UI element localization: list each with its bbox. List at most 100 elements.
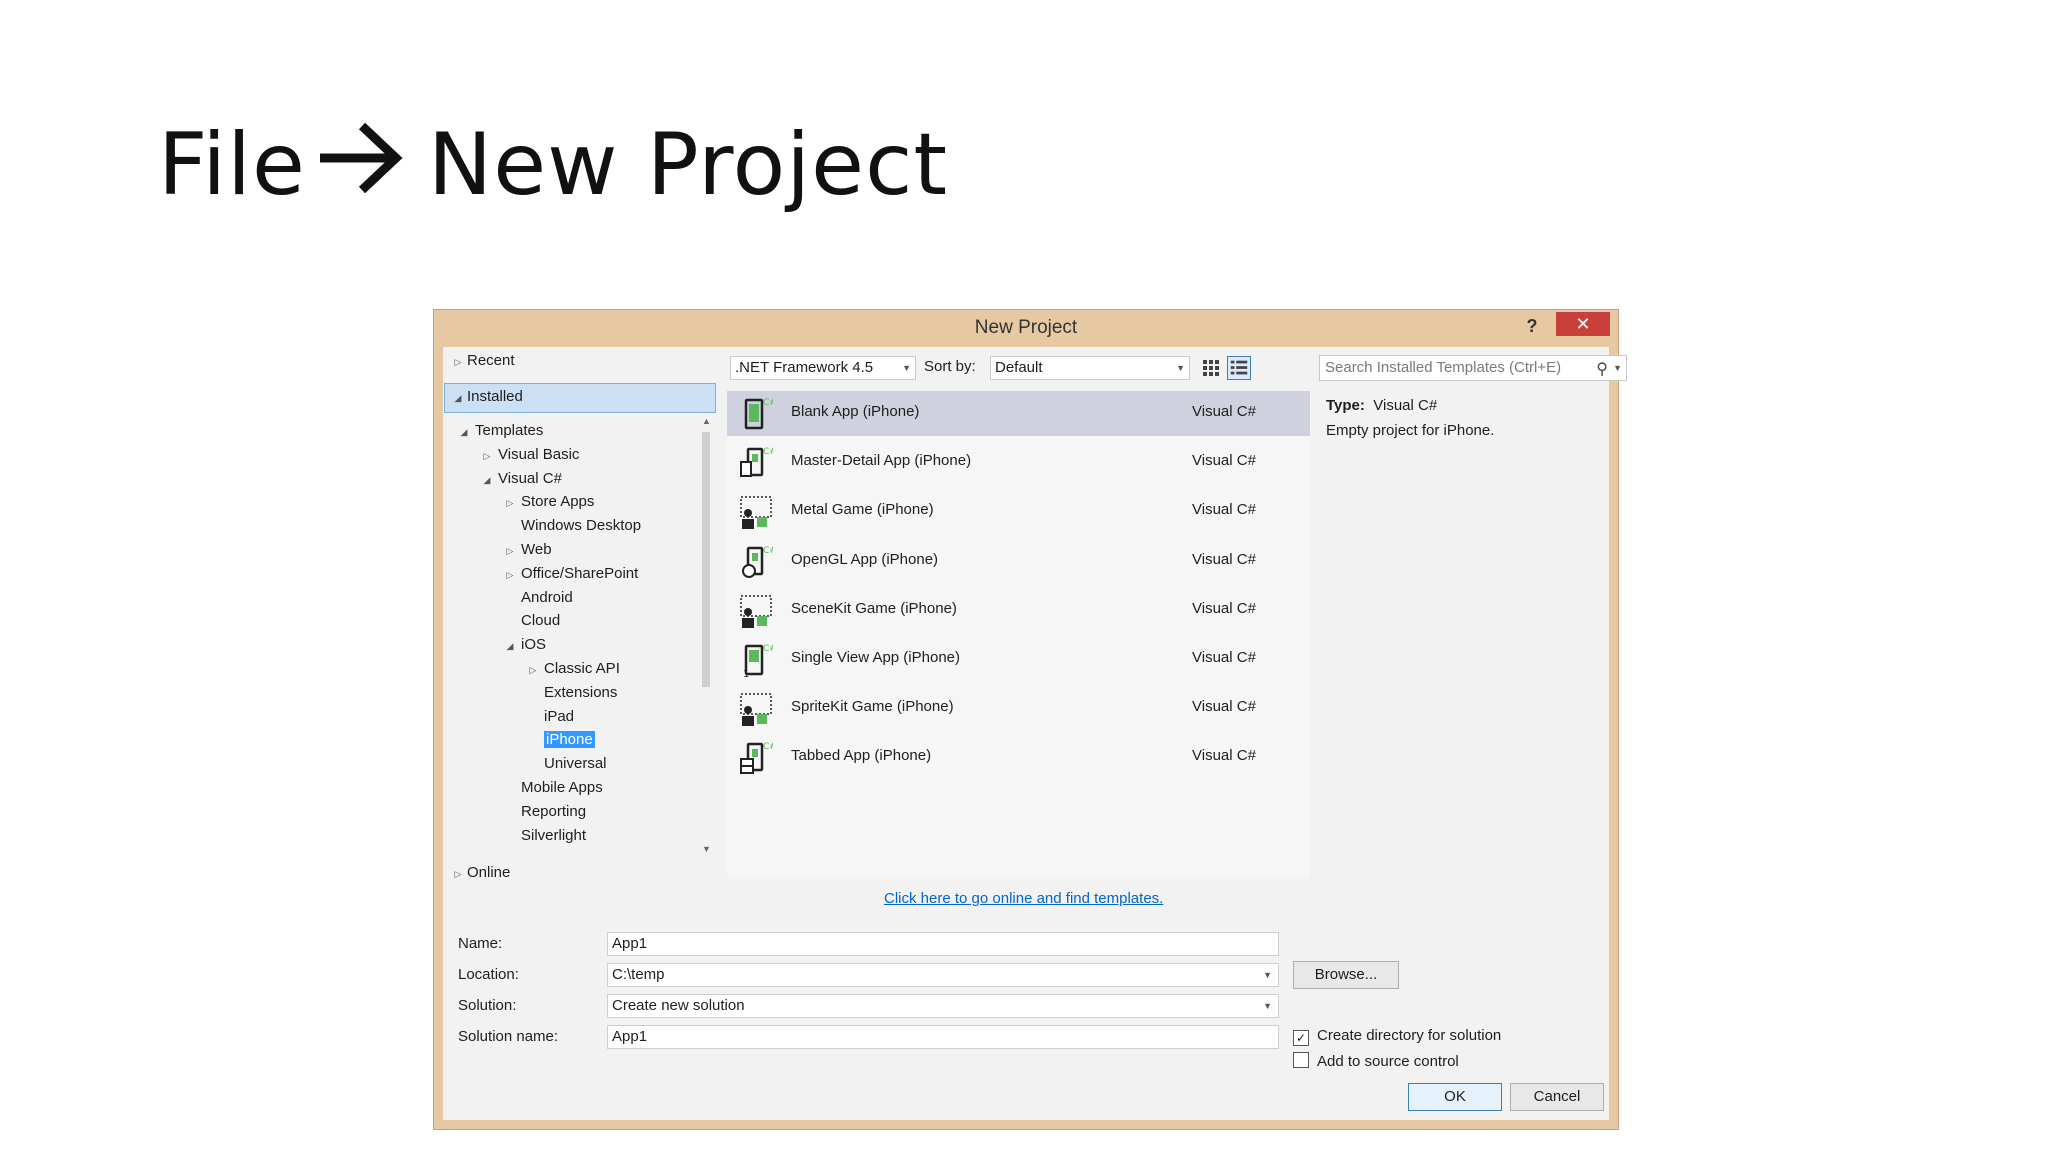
browse-button[interactable]: Browse...	[1293, 961, 1399, 989]
scenekit-game-icon	[740, 595, 772, 628]
tree-item-templates[interactable]: ◢ Templates	[457, 419, 544, 444]
help-button[interactable]: ?	[1520, 314, 1544, 338]
framework-select[interactable]: .NET Framework 4.5 ▼	[730, 356, 916, 380]
close-button[interactable]: ✕	[1556, 312, 1610, 336]
template-row[interactable]: C# OpenGL App (iPhone) Visual C#	[727, 539, 1310, 584]
name-input[interactable]: App1	[607, 932, 1279, 956]
tree-item-recent[interactable]: ▷ Recent	[451, 349, 515, 372]
template-row[interactable]: C# Master-Detail App (iPhone) Visual C#	[727, 440, 1310, 485]
tree-item-label: Classic API	[544, 660, 620, 677]
solution-select[interactable]: Create new solution ▼	[607, 994, 1279, 1018]
tree-item-office-sharepoint[interactable]: ▷ Office/SharePoint	[503, 562, 639, 587]
tree-item-label: Store Apps	[521, 493, 595, 510]
source-control-checkbox[interactable]: Add to source control	[1293, 1052, 1459, 1070]
dropdown-arrow-icon[interactable]: ▼	[1613, 356, 1622, 380]
template-row[interactable]: SpriteKit Game (iPhone) Visual C#	[727, 686, 1310, 731]
solution-label: Solution:	[458, 997, 517, 1014]
tree-item-silverlight[interactable]: Silverlight	[503, 824, 586, 847]
template-language: Visual C#	[1192, 649, 1256, 666]
checkbox-checked-icon[interactable]: ✓	[1293, 1030, 1309, 1046]
dropdown-arrow-icon[interactable]: ▼	[1263, 964, 1272, 986]
search-templates-input[interactable]: Search Installed Templates (Ctrl+E) ⚲ ▼	[1319, 355, 1627, 381]
tree-item-mobile-apps[interactable]: Mobile Apps	[503, 776, 603, 799]
create-directory-checkbox[interactable]: ✓ Create directory for solution	[1293, 1027, 1501, 1046]
tree-item-label: iPhone	[544, 731, 595, 748]
ok-button[interactable]: OK	[1408, 1083, 1502, 1111]
tree-item-label: Web	[521, 541, 552, 558]
tree-item-label: Windows Desktop	[521, 517, 642, 534]
svg-text:C#: C#	[763, 742, 773, 752]
tree-item-label: Silverlight	[521, 827, 587, 844]
tree-item-web[interactable]: ▷ Web	[503, 538, 552, 561]
template-name: SceneKit Game (iPhone)	[791, 600, 957, 617]
grid-view-icon[interactable]	[1199, 356, 1223, 380]
category-tree: ▷ Recent ◢ Installed ◢ Templates ▷ Visual Bas…	[443, 347, 718, 900]
location-input[interactable]: C:\temp ▼	[607, 963, 1279, 987]
find-templates-online-link[interactable]: Click here to go online and find templat…	[884, 890, 1163, 907]
tree-item-cloud[interactable]: Cloud	[503, 609, 560, 632]
dialog-title: New Project	[974, 317, 1078, 338]
slide-title-left: File	[158, 115, 306, 215]
tree-item-visual-basic[interactable]: ▷ Visual Basic	[480, 443, 580, 468]
dropdown-arrow-icon[interactable]: ▼	[1263, 995, 1272, 1017]
dialog-titlebar[interactable]: New Project ? ✕	[434, 310, 1618, 344]
tree-item-online[interactable]: ▷ Online	[451, 861, 511, 886]
dropdown-arrow-icon: ▼	[902, 363, 911, 373]
template-row[interactable]: 1 C# Single View App (iPhone) Visual C#	[727, 637, 1310, 682]
tree-item-classic-api[interactable]: ▷ Classic API	[526, 657, 620, 680]
template-language: Visual C#	[1192, 501, 1256, 518]
tree-item-label: iPad	[544, 708, 575, 725]
svg-text:1: 1	[743, 669, 749, 679]
svg-text:C#: C#	[763, 447, 773, 457]
tree-item-ipad[interactable]: iPad	[526, 705, 574, 728]
template-details: Type: Visual C# Empty project for iPhone…	[1326, 395, 1626, 439]
tree-item-ios[interactable]: ◢ iOS	[503, 633, 546, 656]
scroll-down-arrow-icon[interactable]: ▼	[700, 844, 713, 854]
expand-arrow-icon[interactable]: ▷	[503, 564, 517, 587]
tree-item-label: Extensions	[544, 684, 618, 701]
new-project-dialog: New Project ? ✕ ▷ Recent ◢ Installed ◢ Temp…	[433, 309, 1627, 1130]
template-row[interactable]: SceneKit Game (iPhone) Visual C#	[727, 588, 1310, 633]
type-value: Visual C#	[1373, 397, 1438, 414]
tree-item-label: Visual Basic	[498, 446, 580, 463]
template-row[interactable]: Metal Game (iPhone) Visual C#	[727, 489, 1310, 534]
expand-arrow-icon[interactable]: ▷	[503, 492, 517, 515]
cancel-button[interactable]: Cancel	[1510, 1083, 1604, 1111]
expand-arrow-icon[interactable]: ▷	[451, 351, 465, 374]
tree-item-store-apps[interactable]: ▷ Store Apps	[503, 490, 595, 515]
template-row[interactable]: C# Tabbed App (iPhone) Visual C#	[727, 735, 1310, 780]
right-arrow-icon	[319, 122, 403, 194]
tree-item-reporting[interactable]: Reporting	[503, 800, 586, 823]
list-view-icon[interactable]	[1227, 356, 1251, 380]
sort-select[interactable]: Default ▼	[990, 356, 1190, 380]
tree-item-universal[interactable]: Universal	[526, 752, 607, 775]
expand-arrow-icon[interactable]: ▷	[451, 863, 465, 886]
checkbox-unchecked-icon[interactable]	[1293, 1052, 1309, 1068]
collapse-arrow-icon[interactable]: ◢	[451, 387, 465, 410]
sort-label: Sort by:	[924, 358, 976, 375]
template-row[interactable]: C# Blank App (iPhone) Visual C#	[727, 391, 1310, 436]
template-language: Visual C#	[1192, 698, 1256, 715]
expand-arrow-icon[interactable]: ▷	[503, 540, 517, 563]
search-icon[interactable]: ⚲	[1596, 358, 1608, 382]
template-name: Master-Detail App (iPhone)	[791, 452, 972, 469]
tree-item-label: Mobile Apps	[521, 779, 603, 796]
type-label: Type:	[1326, 397, 1365, 414]
solution-name-input[interactable]: App1	[607, 1025, 1279, 1049]
scroll-up-arrow-icon[interactable]: ▲	[700, 416, 713, 426]
tree-item-installed[interactable]: ◢ Installed	[451, 385, 523, 408]
collapse-arrow-icon[interactable]: ◢	[457, 421, 471, 444]
tree-scrollbar[interactable]: ▲ ▼	[700, 416, 713, 854]
tree-item-iphone[interactable]: iPhone	[526, 728, 595, 751]
scrollbar-thumb[interactable]	[702, 432, 710, 687]
expand-arrow-icon[interactable]: ▷	[526, 659, 540, 682]
tree-item-windows-desktop[interactable]: Windows Desktop	[503, 514, 641, 537]
tree-item-visual-c-[interactable]: ◢ Visual C#	[480, 467, 562, 490]
collapse-arrow-icon[interactable]: ◢	[503, 635, 517, 658]
collapse-arrow-icon[interactable]: ◢	[480, 469, 494, 492]
svg-text:C#: C#	[763, 546, 773, 556]
expand-arrow-icon[interactable]: ▷	[480, 445, 494, 468]
template-language: Visual C#	[1192, 452, 1256, 469]
tree-item-extensions[interactable]: Extensions	[526, 681, 617, 704]
tree-item-android[interactable]: Android	[503, 586, 573, 609]
